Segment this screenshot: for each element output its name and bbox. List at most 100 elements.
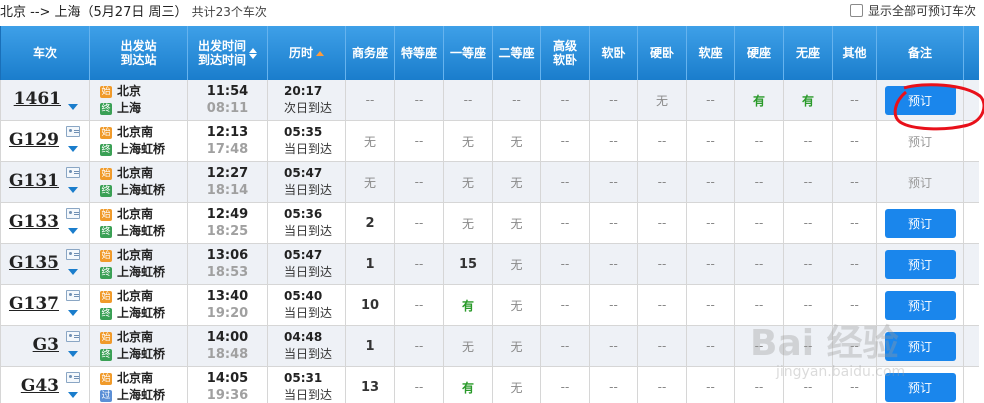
book-button[interactable]: 预订 — [884, 372, 956, 402]
col-dep-label: 出发时间 — [197, 39, 246, 53]
seat-cell[interactable]: 无 — [493, 244, 541, 284]
chevron-down-icon[interactable] — [68, 392, 78, 398]
sort-up-icon[interactable] — [316, 50, 324, 56]
seat-cell[interactable]: 无 — [346, 162, 395, 202]
chevron-down-icon[interactable] — [68, 146, 78, 152]
seat-cell[interactable]: 有 — [735, 80, 784, 120]
chevron-down-icon[interactable] — [68, 351, 78, 357]
chevron-down-icon[interactable] — [68, 269, 78, 275]
chevron-down-icon[interactable] — [68, 310, 78, 316]
col-duration-sort[interactable]: 历时 — [268, 26, 346, 80]
seat-cell[interactable]: 无 — [493, 367, 541, 403]
show-all-checkbox[interactable] — [849, 4, 863, 17]
time-cell: 12:27 18:14 — [188, 162, 268, 202]
from-station: 始北京南 — [100, 125, 153, 140]
departure-time: 12:13 — [206, 125, 249, 140]
show-all-bookable-toggle[interactable]: 显示全部可预订车次 — [849, 2, 976, 19]
seat-cell[interactable]: 有 — [784, 80, 833, 120]
seat-cell[interactable]: 无 — [444, 162, 493, 202]
seat-cell[interactable]: 无 — [444, 203, 493, 243]
to-station-name[interactable]: 上海虹桥 — [117, 347, 165, 362]
seat-cell: -- — [395, 162, 444, 202]
seat-cell: -- — [833, 326, 877, 366]
chevron-down-icon[interactable] — [68, 187, 78, 193]
train-cell: G129 — [1, 121, 90, 161]
train-info-icon[interactable] — [66, 372, 80, 383]
to-station-name[interactable]: 上海虹桥 — [117, 224, 165, 239]
seat-cell[interactable]: 有 — [444, 367, 493, 403]
seat-cell[interactable]: 1 — [346, 326, 395, 366]
from-station-name[interactable]: 北京南 — [117, 289, 153, 304]
duration-cell: 05:47 当日到达 — [268, 162, 346, 202]
table-row: G133 始北京南终上海虹桥 12:49 18:25 05:36 当日到达 2 -- 无无 -- -… — [0, 203, 979, 244]
seat-cell[interactable]: 无 — [444, 121, 493, 161]
seat-cell: -- — [833, 367, 877, 403]
book-button[interactable]: 预订 — [884, 290, 956, 320]
from-station-name[interactable]: 北京南 — [117, 125, 153, 140]
from-station-name[interactable]: 北京南 — [117, 248, 153, 263]
end-badge-icon: 终 — [100, 348, 112, 361]
seat-cell: -- — [541, 203, 590, 243]
start-badge-icon: 始 — [100, 290, 112, 303]
to-station-name[interactable]: 上海虹桥 — [117, 265, 165, 280]
book-button[interactable]: 预订 — [884, 208, 956, 238]
from-station-name[interactable]: 北京南 — [117, 166, 153, 181]
train-number-link[interactable]: G43 — [21, 376, 59, 396]
train-info-icon[interactable] — [66, 167, 80, 178]
train-info-icon[interactable] — [66, 331, 80, 342]
duration-cell: 05:31 当日到达 — [268, 367, 346, 403]
seat-cell: -- — [590, 285, 638, 325]
station-cell: 始北京南终上海虹桥 — [90, 162, 188, 202]
time-cell: 12:49 18:25 — [188, 203, 268, 243]
train-info-icon[interactable] — [66, 126, 80, 137]
from-station: 始北京南 — [100, 166, 153, 181]
seat-cell[interactable]: 2 — [346, 203, 395, 243]
from-station-name[interactable]: 北京南 — [117, 207, 153, 222]
seat-cell[interactable]: 15 — [444, 244, 493, 284]
train-info-icon[interactable] — [66, 249, 80, 260]
seat-cell: -- — [590, 80, 638, 120]
train-number-link[interactable]: G137 — [9, 294, 59, 314]
to-station-name[interactable]: 上海虹桥 — [117, 183, 165, 198]
seat-cell[interactable]: 有 — [444, 285, 493, 325]
to-station-name[interactable]: 上海虹桥 — [117, 306, 165, 321]
time-cell: 14:00 18:48 — [188, 326, 268, 366]
seat-cell[interactable]: 无 — [444, 326, 493, 366]
train-number-link[interactable]: 1461 — [14, 89, 61, 109]
col-times-sort[interactable]: 出发时间 到达时间 — [188, 26, 268, 80]
seat-cell[interactable]: 无 — [493, 203, 541, 243]
train-number-link[interactable]: G133 — [9, 212, 59, 232]
train-number-link[interactable]: G131 — [9, 171, 59, 191]
to-station-name[interactable]: 上海 — [117, 101, 141, 116]
chevron-down-icon[interactable] — [68, 104, 78, 110]
seat-cell[interactable]: 1 — [346, 244, 395, 284]
seat-cell[interactable]: 10 — [346, 285, 395, 325]
book-button[interactable]: 预订 — [884, 85, 956, 115]
to-station-name[interactable]: 上海虹桥 — [117, 388, 165, 403]
arrival-time: 19:36 — [206, 388, 249, 403]
book-button[interactable]: 预订 — [884, 331, 956, 361]
seat-cell[interactable]: 无 — [346, 121, 395, 161]
from-station-name[interactable]: 北京南 — [117, 371, 153, 386]
col-to-label: 到达站 — [120, 53, 157, 67]
train-number-link[interactable]: G135 — [9, 253, 59, 273]
seat-cell: -- — [687, 162, 735, 202]
seat-cell[interactable]: 无 — [493, 285, 541, 325]
train-info-icon[interactable] — [66, 208, 80, 219]
seat-cell: -- — [784, 203, 833, 243]
to-station-name[interactable]: 上海虹桥 — [117, 142, 165, 157]
seat-cell[interactable]: 无 — [493, 121, 541, 161]
from-station-name[interactable]: 北京 — [117, 84, 141, 99]
seat-cell[interactable]: 13 — [346, 367, 395, 403]
chevron-down-icon[interactable] — [68, 228, 78, 234]
seat-cell[interactable]: 无 — [493, 326, 541, 366]
seat-cell: -- — [735, 203, 784, 243]
train-number-link[interactable]: G129 — [9, 130, 59, 150]
book-button[interactable]: 预订 — [884, 249, 956, 279]
from-station-name[interactable]: 北京南 — [117, 330, 153, 345]
train-number-link[interactable]: G3 — [33, 335, 59, 355]
train-info-icon[interactable] — [66, 290, 80, 301]
seat-cell[interactable]: 无 — [638, 80, 687, 120]
sort-icon[interactable] — [249, 47, 257, 59]
seat-cell[interactable]: 无 — [493, 162, 541, 202]
